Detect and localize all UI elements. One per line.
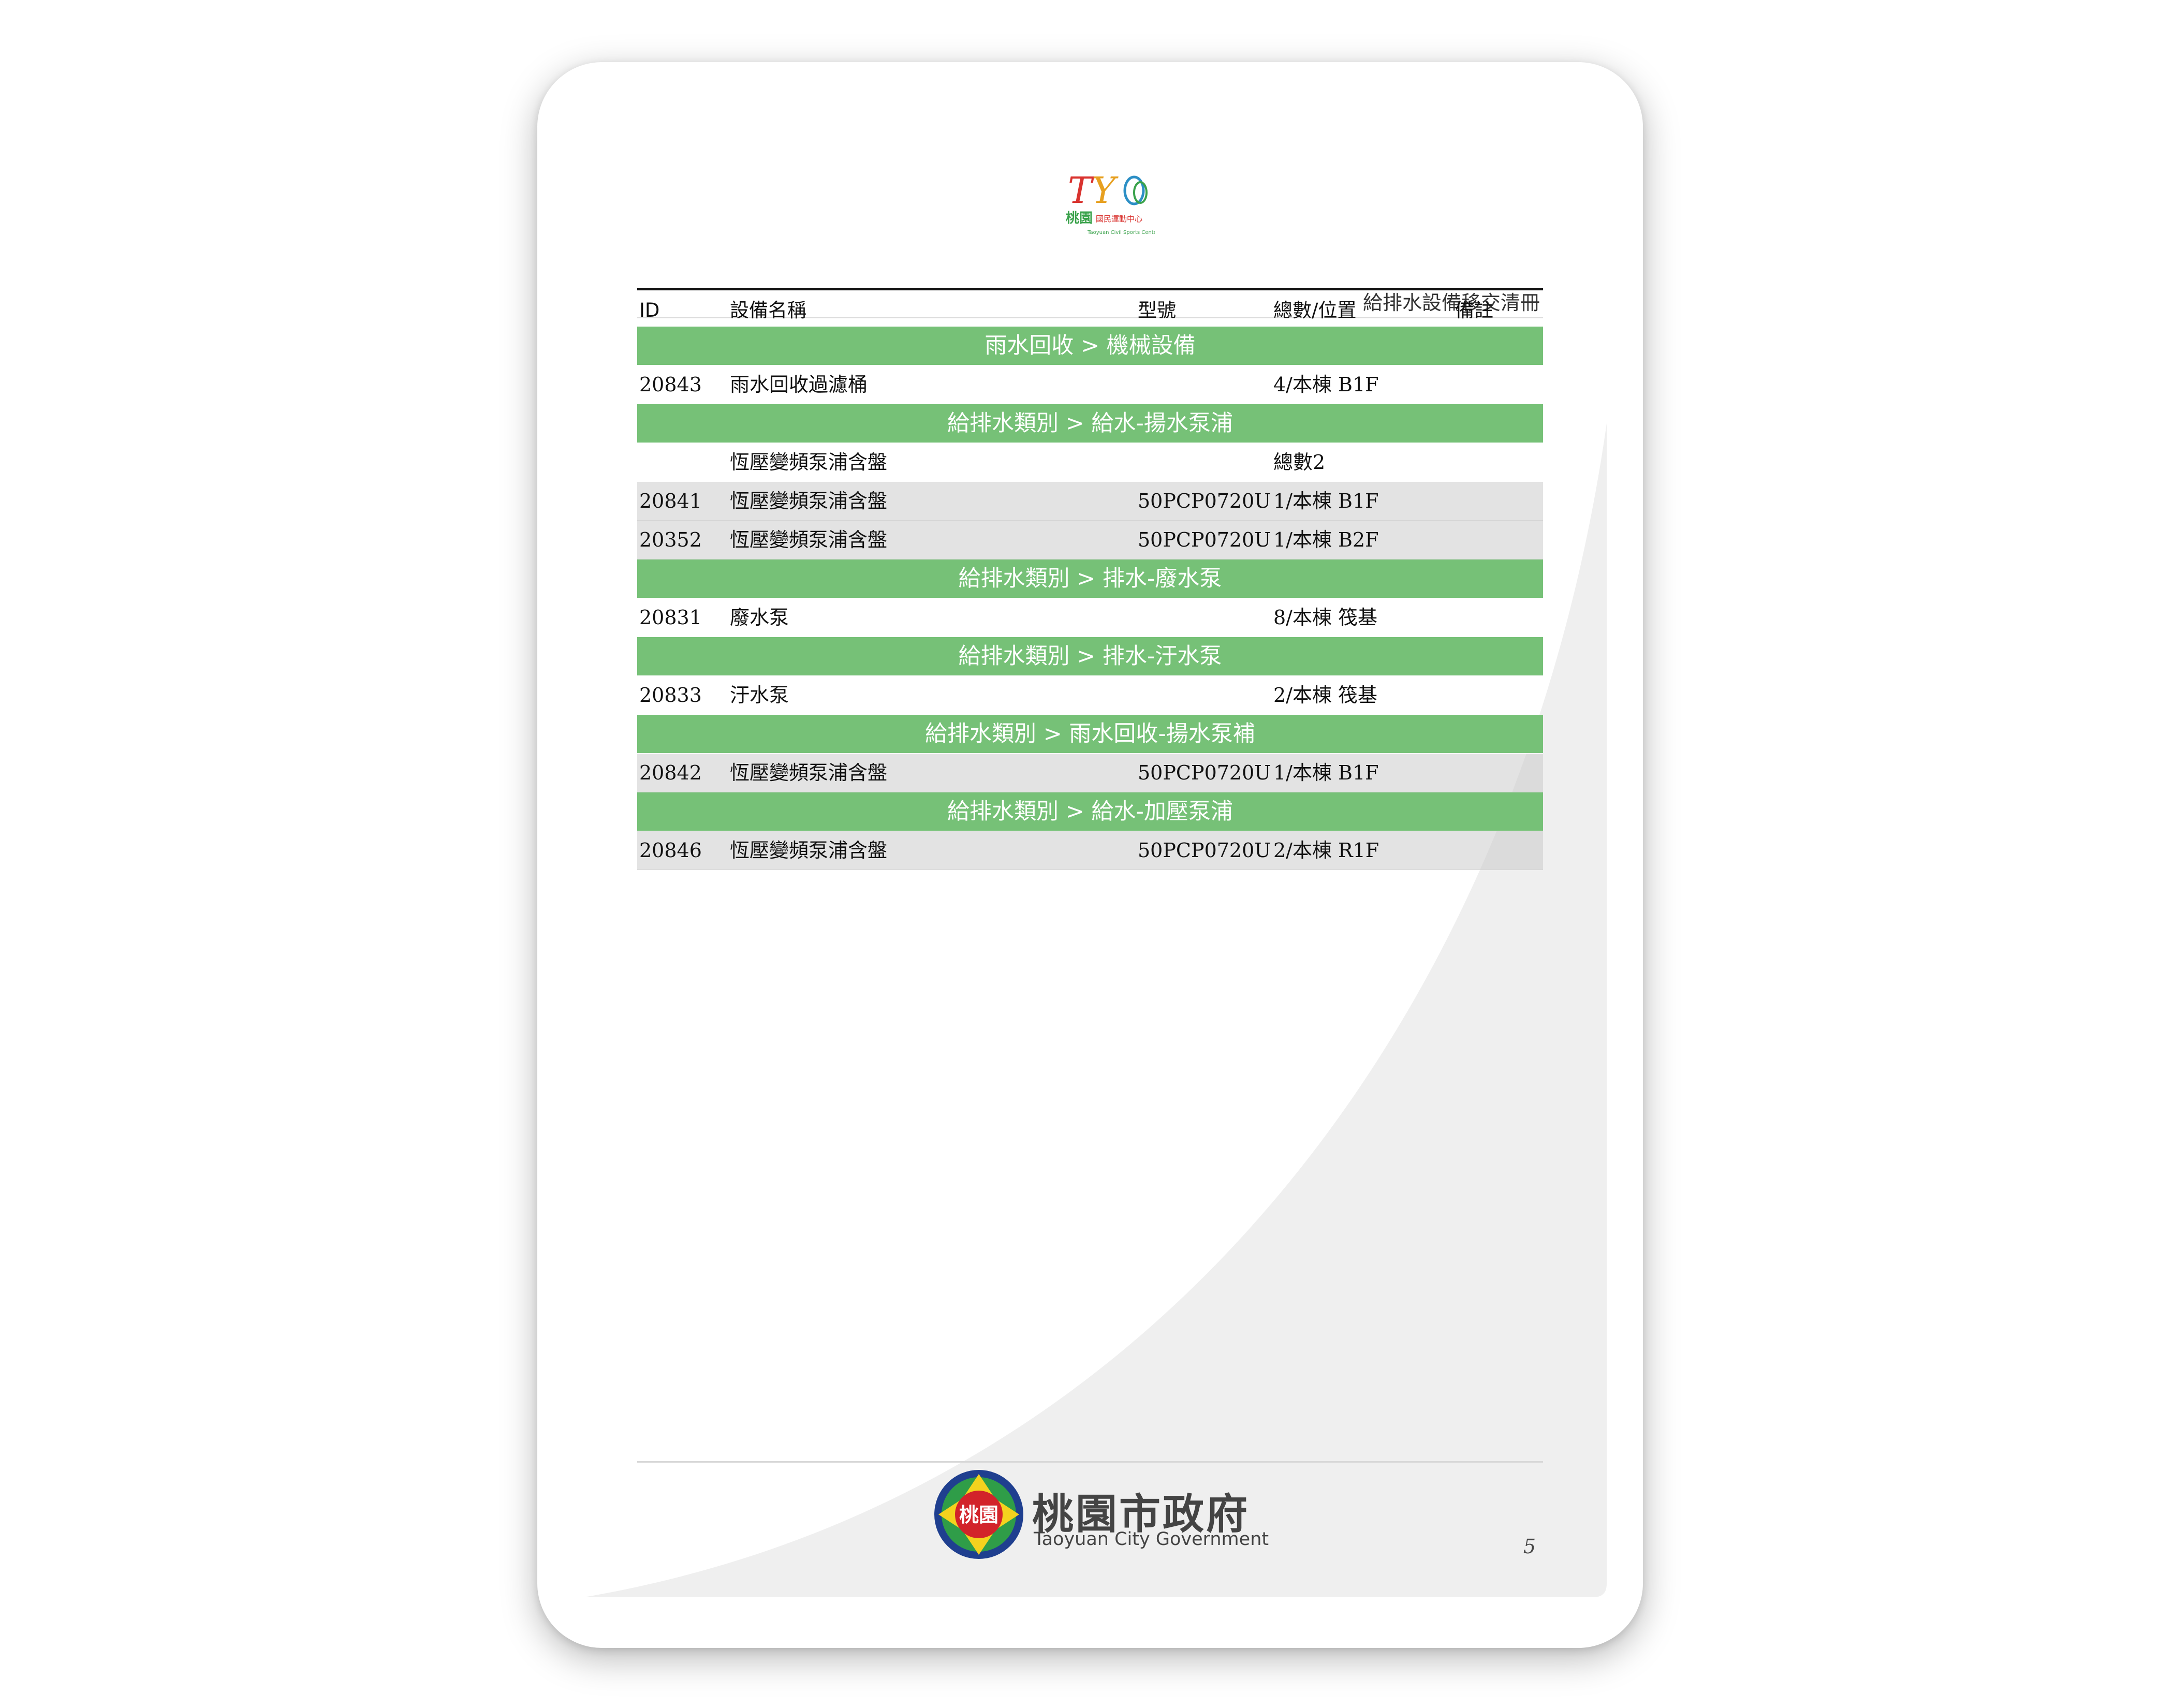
cell-name: 恆壓變頻泵浦含盤 xyxy=(730,528,888,551)
table-row: 20846 恆壓變頻泵浦含盤 50PCP0720U 2/本棟 R1F xyxy=(637,831,1543,870)
cell-location: 8/本棟 筏基 xyxy=(1273,606,1378,629)
section-header: 給排水類別 > 排水-汙水泵 xyxy=(637,637,1543,676)
cell-id: 20843 xyxy=(639,373,702,396)
cell-location: 1/本棟 B1F xyxy=(1273,490,1379,512)
svg-text:Y: Y xyxy=(1092,171,1119,212)
cell-name: 雨水回收過濾桶 xyxy=(730,373,868,396)
tycsc-logo-icon: T Y 桃園 國民運動中心 Taoyuan Civil Sports Cente… xyxy=(1066,171,1155,235)
svg-text:國民運動中心: 國民運動中心 xyxy=(1096,214,1142,224)
cell-name: 恆壓變頻泵浦含盤 xyxy=(730,490,888,512)
cell-location: 2/本棟 筏基 xyxy=(1273,684,1378,706)
table-row: 恆壓變頻泵浦含盤 總數2 xyxy=(637,443,1543,482)
equipment-table: ID 設備名稱 型號 總數/位置 備註 雨水回收 > 機械設備 20843 雨水回收過濾桶 4… xyxy=(637,288,1543,870)
cell-name: 汙水泵 xyxy=(730,684,789,706)
table-row: 20843 雨水回收過濾桶 4/本棟 B1F xyxy=(637,365,1543,404)
column-header-note: 備註 xyxy=(1455,299,1493,321)
section-header: 雨水回收 > 機械設備 xyxy=(637,327,1543,365)
table-row: 20831 廢水泵 8/本棟 筏基 xyxy=(637,598,1543,637)
column-header-model: 型號 xyxy=(1138,299,1176,321)
page-number: 5 xyxy=(1523,1535,1536,1558)
government-name-english: Taoyuan City Government xyxy=(1034,1529,1269,1550)
cell-location: 1/本棟 B1F xyxy=(1273,761,1379,784)
seal-text: 桃園 xyxy=(959,1504,998,1526)
svg-text:桃園: 桃園 xyxy=(1066,211,1093,226)
cell-name: 恆壓變頻泵浦含盤 xyxy=(730,761,888,784)
section-header: 給排水類別 > 給水-加壓泵浦 xyxy=(637,792,1543,831)
svg-text:Taoyuan Civil Sports Center: Taoyuan Civil Sports Center xyxy=(1087,230,1155,235)
table-row: 20841 恆壓變頻泵浦含盤 50PCP0720U 1/本棟 B1F xyxy=(637,482,1543,521)
column-header-name: 設備名稱 xyxy=(730,299,806,321)
cell-id: 20352 xyxy=(639,528,702,551)
cell-location: 1/本棟 B2F xyxy=(1273,528,1379,551)
cell-location: 4/本棟 B1F xyxy=(1273,373,1379,396)
cell-id: 20841 xyxy=(639,490,702,512)
table-row: 20842 恆壓變頻泵浦含盤 50PCP0720U 1/本棟 B1F xyxy=(637,754,1543,792)
cell-model: 50PCP0720U xyxy=(1138,490,1271,512)
cell-model: 50PCP0720U xyxy=(1138,528,1271,551)
cell-model: 50PCP0720U xyxy=(1138,761,1271,784)
cell-id: 20842 xyxy=(639,761,702,784)
section-header: 給排水類別 > 排水-廢水泵 xyxy=(637,559,1543,598)
cell-name: 恆壓變頻泵浦含盤 xyxy=(730,451,888,474)
column-header-location: 總數/位置 xyxy=(1273,299,1357,321)
table-row: 20352 恆壓變頻泵浦含盤 50PCP0720U 1/本棟 B2F xyxy=(637,521,1543,559)
taoyuan-seal-icon: 桃園 xyxy=(934,1470,1023,1559)
cell-name: 恆壓變頻泵浦含盤 xyxy=(730,839,888,862)
column-header-id: ID xyxy=(639,299,660,321)
svg-text:T: T xyxy=(1068,171,1094,212)
cell-id: 20846 xyxy=(639,839,702,862)
cell-location: 總數2 xyxy=(1273,451,1326,474)
table-header-row: ID 設備名稱 型號 總數/位置 備註 xyxy=(637,288,1543,327)
cell-name: 廢水泵 xyxy=(730,606,789,629)
cell-id: 20833 xyxy=(639,684,702,706)
page-footer: 桃園 桃園市政府 Taoyuan City Government 5 xyxy=(637,1461,1543,1618)
table-row: 20833 汙水泵 2/本棟 筏基 xyxy=(637,676,1543,715)
cell-location: 2/本棟 R1F xyxy=(1273,839,1379,862)
section-header: 給排水類別 > 給水-揚水泵浦 xyxy=(637,404,1543,443)
tablet-frame: T Y 桃園 國民運動中心 Taoyuan Civil Sports Cente… xyxy=(537,62,1643,1648)
cell-id: 20831 xyxy=(639,606,702,629)
cell-model: 50PCP0720U xyxy=(1138,839,1271,862)
section-header: 給排水類別 > 雨水回收-揚水泵補 xyxy=(637,715,1543,754)
